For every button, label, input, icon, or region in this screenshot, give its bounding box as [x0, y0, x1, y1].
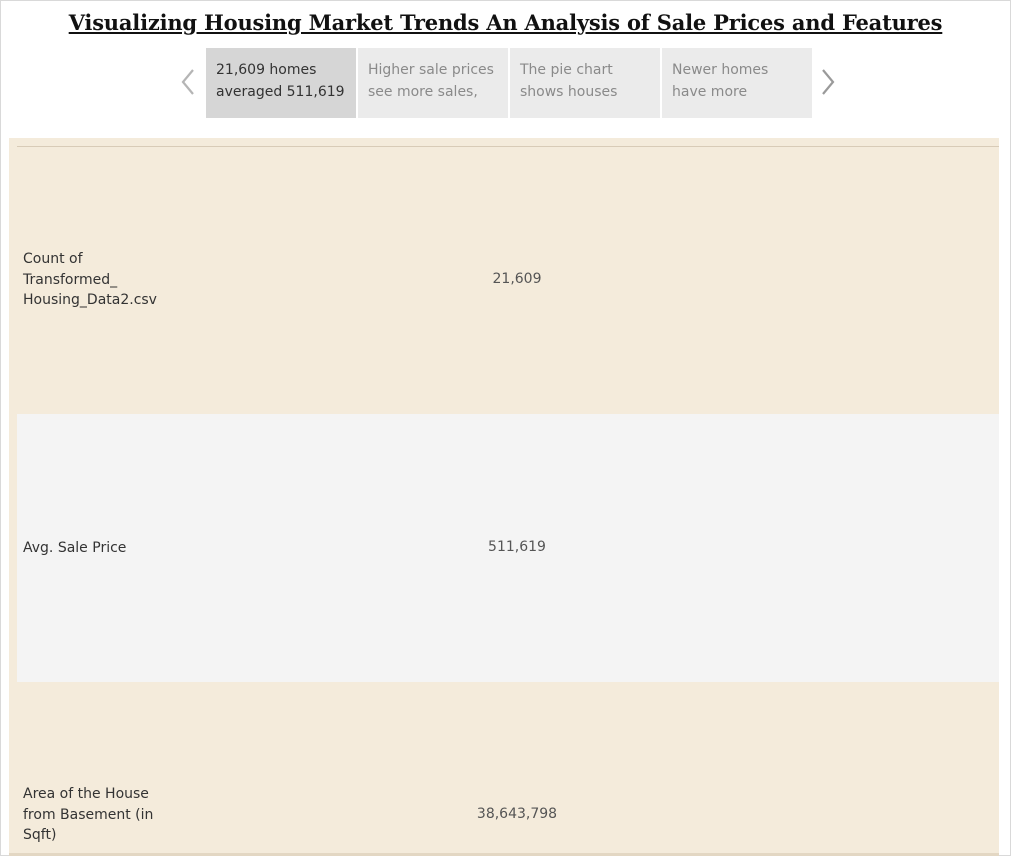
- story-point-1[interactable]: 21,609 homes averaged 511,619: [206, 48, 356, 118]
- story-point-text: Higher sale prices: [368, 62, 494, 78]
- measure-label-line: Area of the House: [23, 786, 149, 802]
- story-point-text: have more: [672, 84, 748, 100]
- story-point-3[interactable]: The pie chart shows houses: [510, 48, 660, 118]
- table-row: Area of the House from Basement (in Sqft…: [17, 682, 999, 853]
- measure-label-line: Transformed_: [23, 271, 118, 288]
- table-row: Avg. Sale Price 511,619: [17, 414, 999, 682]
- measure-label-line: Sqft): [23, 827, 57, 843]
- chevron-left-icon: [181, 69, 194, 95]
- previous-story-point-button[interactable]: [176, 66, 200, 98]
- table-row: Count of Transformed_ Housing_Data2.csv …: [17, 147, 999, 415]
- measure-value: 21,609: [492, 271, 542, 287]
- story-point-text: Newer homes: [672, 62, 769, 78]
- story-point-text: see more sales,: [368, 84, 478, 100]
- measure-value: 38,643,798: [476, 806, 558, 822]
- chevron-right-icon: [822, 69, 835, 95]
- story-point-text: The pie chart: [520, 62, 613, 78]
- page-title: Visualizing Housing Market Trends An Ana…: [68, 10, 943, 35]
- measure-label-line: Housing_Data2.csv: [23, 292, 157, 308]
- next-story-point-button[interactable]: [816, 66, 840, 98]
- story-point-2[interactable]: Higher sale prices see more sales,: [358, 48, 508, 118]
- story-point-text: 21,609 homes: [216, 62, 317, 78]
- measure-label-line: from Basement (in: [23, 806, 154, 823]
- story-point-4[interactable]: Newer homes have more: [662, 48, 812, 118]
- measure-value: 511,619: [488, 539, 546, 555]
- measure-label-line: Count of: [23, 251, 83, 267]
- measure-label: Avg. Sale Price: [23, 538, 183, 559]
- measure-label-line: Avg. Sale Price: [23, 540, 127, 556]
- measure-label: Area of the House from Basement (in Sqft…: [23, 784, 183, 846]
- measure-label: Count of Transformed_ Housing_Data2.csv: [23, 249, 183, 311]
- story-point-text: shows houses: [520, 84, 618, 100]
- story-point-text: averaged 511,619: [216, 84, 345, 100]
